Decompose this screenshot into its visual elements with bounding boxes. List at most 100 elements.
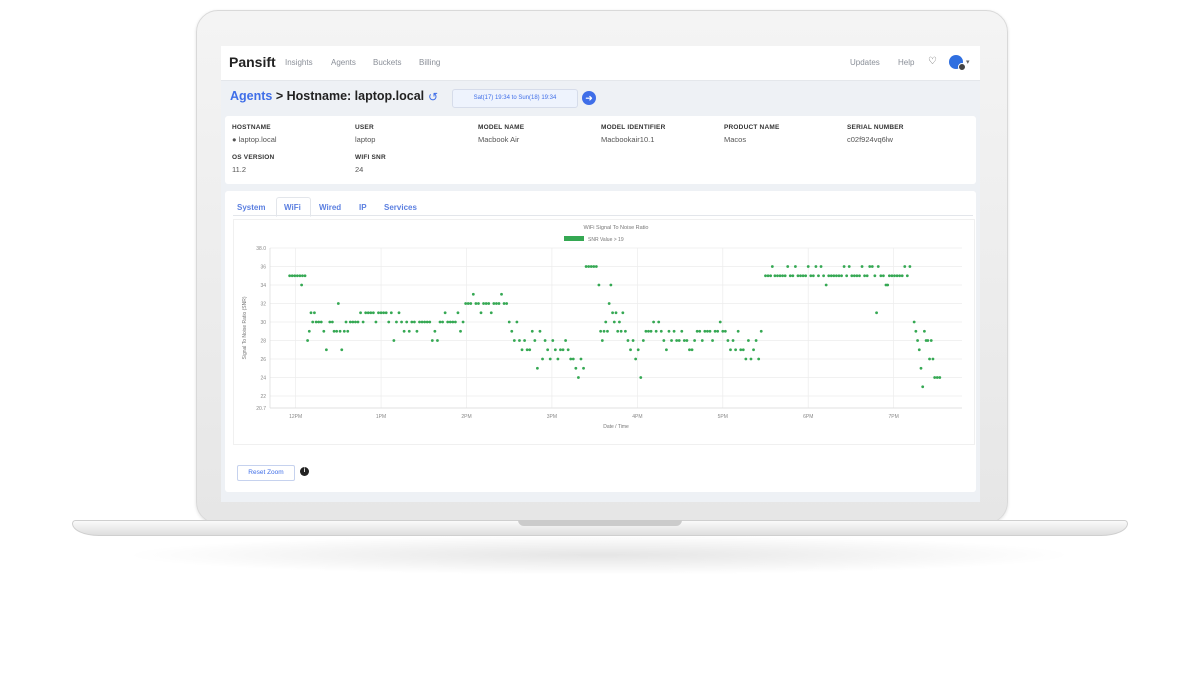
data-point xyxy=(569,357,573,361)
data-point xyxy=(629,348,632,352)
data-point xyxy=(314,320,318,324)
data-point xyxy=(726,339,730,342)
y-tick-label: 20.7 xyxy=(256,406,266,412)
tab-services[interactable]: Services xyxy=(384,203,417,212)
data-point xyxy=(700,339,704,342)
data-point xyxy=(443,311,447,315)
data-point xyxy=(344,320,348,324)
data-point xyxy=(690,348,694,352)
nav-link-agents[interactable]: Agents xyxy=(331,58,356,67)
nav-link-billing[interactable]: Billing xyxy=(419,58,440,67)
nav-link-insights[interactable]: Insights xyxy=(285,58,313,67)
info-icon[interactable]: i xyxy=(300,467,309,476)
data-point xyxy=(505,302,509,305)
tab-divider xyxy=(233,215,973,216)
data-point xyxy=(518,339,521,342)
y-tick-label: 28 xyxy=(260,338,266,344)
data-point xyxy=(734,348,738,352)
data-point xyxy=(919,366,923,370)
data-point xyxy=(912,320,916,324)
data-point xyxy=(659,329,663,333)
data-point xyxy=(525,348,529,352)
tab-wifi[interactable]: WiFi xyxy=(284,203,301,212)
data-point xyxy=(616,329,620,333)
data-point xyxy=(887,274,891,278)
data-point xyxy=(842,265,846,268)
data-point xyxy=(395,320,398,324)
tab-ip[interactable]: IP xyxy=(359,203,367,212)
data-point xyxy=(379,311,383,315)
data-point xyxy=(584,265,588,268)
data-point xyxy=(348,320,352,324)
data-point xyxy=(307,329,311,333)
nav-link-buckets[interactable]: Buckets xyxy=(373,58,401,67)
data-point xyxy=(847,265,851,268)
data-point xyxy=(461,320,465,324)
data-point xyxy=(875,311,878,315)
data-point xyxy=(546,348,550,352)
data-point xyxy=(639,376,643,379)
data-point xyxy=(400,320,403,324)
y-axis-label: Signal To Noise Ratio (SNR) xyxy=(242,296,248,359)
data-point xyxy=(860,265,864,268)
data-point xyxy=(336,302,340,305)
data-point xyxy=(602,329,606,333)
data-point xyxy=(609,283,613,287)
data-point xyxy=(451,320,455,324)
data-point xyxy=(721,329,725,333)
data-point xyxy=(916,339,919,342)
nav-link-help[interactable]: Help xyxy=(898,58,914,67)
data-point xyxy=(382,311,386,315)
data-point xyxy=(471,292,475,296)
data-point xyxy=(324,348,328,352)
data-point xyxy=(384,311,388,315)
data-point xyxy=(528,348,532,352)
data-point xyxy=(938,376,942,379)
data-point xyxy=(374,320,378,324)
data-point xyxy=(489,311,493,315)
data-point xyxy=(361,320,365,324)
reset-zoom-button[interactable]: Reset Zoom xyxy=(237,465,295,481)
nav-link-updates[interactable]: Updates xyxy=(850,58,880,67)
data-point xyxy=(706,329,709,333)
data-point xyxy=(873,274,877,278)
date-range-picker[interactable]: Sat(17) 19:34 to Sun(18) 19:34 xyxy=(452,89,578,108)
chevron-down-icon[interactable]: ▾ xyxy=(966,58,970,66)
user-label: USER xyxy=(355,124,374,131)
data-point xyxy=(515,320,519,324)
data-point xyxy=(929,339,933,342)
data-point xyxy=(482,302,485,305)
data-point xyxy=(303,274,307,278)
x-tick-label: 6PM xyxy=(803,414,813,420)
data-point xyxy=(921,385,925,389)
data-point xyxy=(776,274,779,278)
data-point xyxy=(541,357,544,361)
data-point xyxy=(446,320,450,324)
snr-chart[interactable]: WiFi Signal To Noise Ratio SNR Value > 19… xyxy=(233,219,975,445)
tab-wired[interactable]: Wired xyxy=(319,203,341,212)
data-point xyxy=(685,339,689,342)
arrow-right-circle-icon[interactable]: ➜ xyxy=(582,91,596,105)
history-icon[interactable]: ↺ xyxy=(428,90,438,104)
data-point xyxy=(799,274,802,278)
data-point xyxy=(577,376,580,379)
data-point xyxy=(502,302,506,305)
data-point xyxy=(319,320,323,324)
tab-system[interactable]: System xyxy=(237,203,265,212)
data-point xyxy=(858,274,861,278)
data-point xyxy=(926,339,930,342)
brand-logo[interactable]: Pansift xyxy=(229,54,276,70)
data-point xyxy=(298,274,302,278)
data-point xyxy=(718,320,722,324)
screen: Pansift Insights Agents Buckets Billing … xyxy=(221,46,980,502)
data-point xyxy=(781,274,784,278)
data-point xyxy=(739,348,743,352)
x-tick-label: 5PM xyxy=(718,414,728,420)
data-point xyxy=(736,329,740,333)
avatar-badge xyxy=(958,63,966,71)
bell-icon[interactable]: ♡ xyxy=(928,56,937,67)
data-point xyxy=(487,302,491,305)
breadcrumb-agents-link[interactable]: Agents xyxy=(230,89,272,103)
wifi-snr-value: 24 xyxy=(355,165,364,174)
data-point xyxy=(377,311,380,315)
